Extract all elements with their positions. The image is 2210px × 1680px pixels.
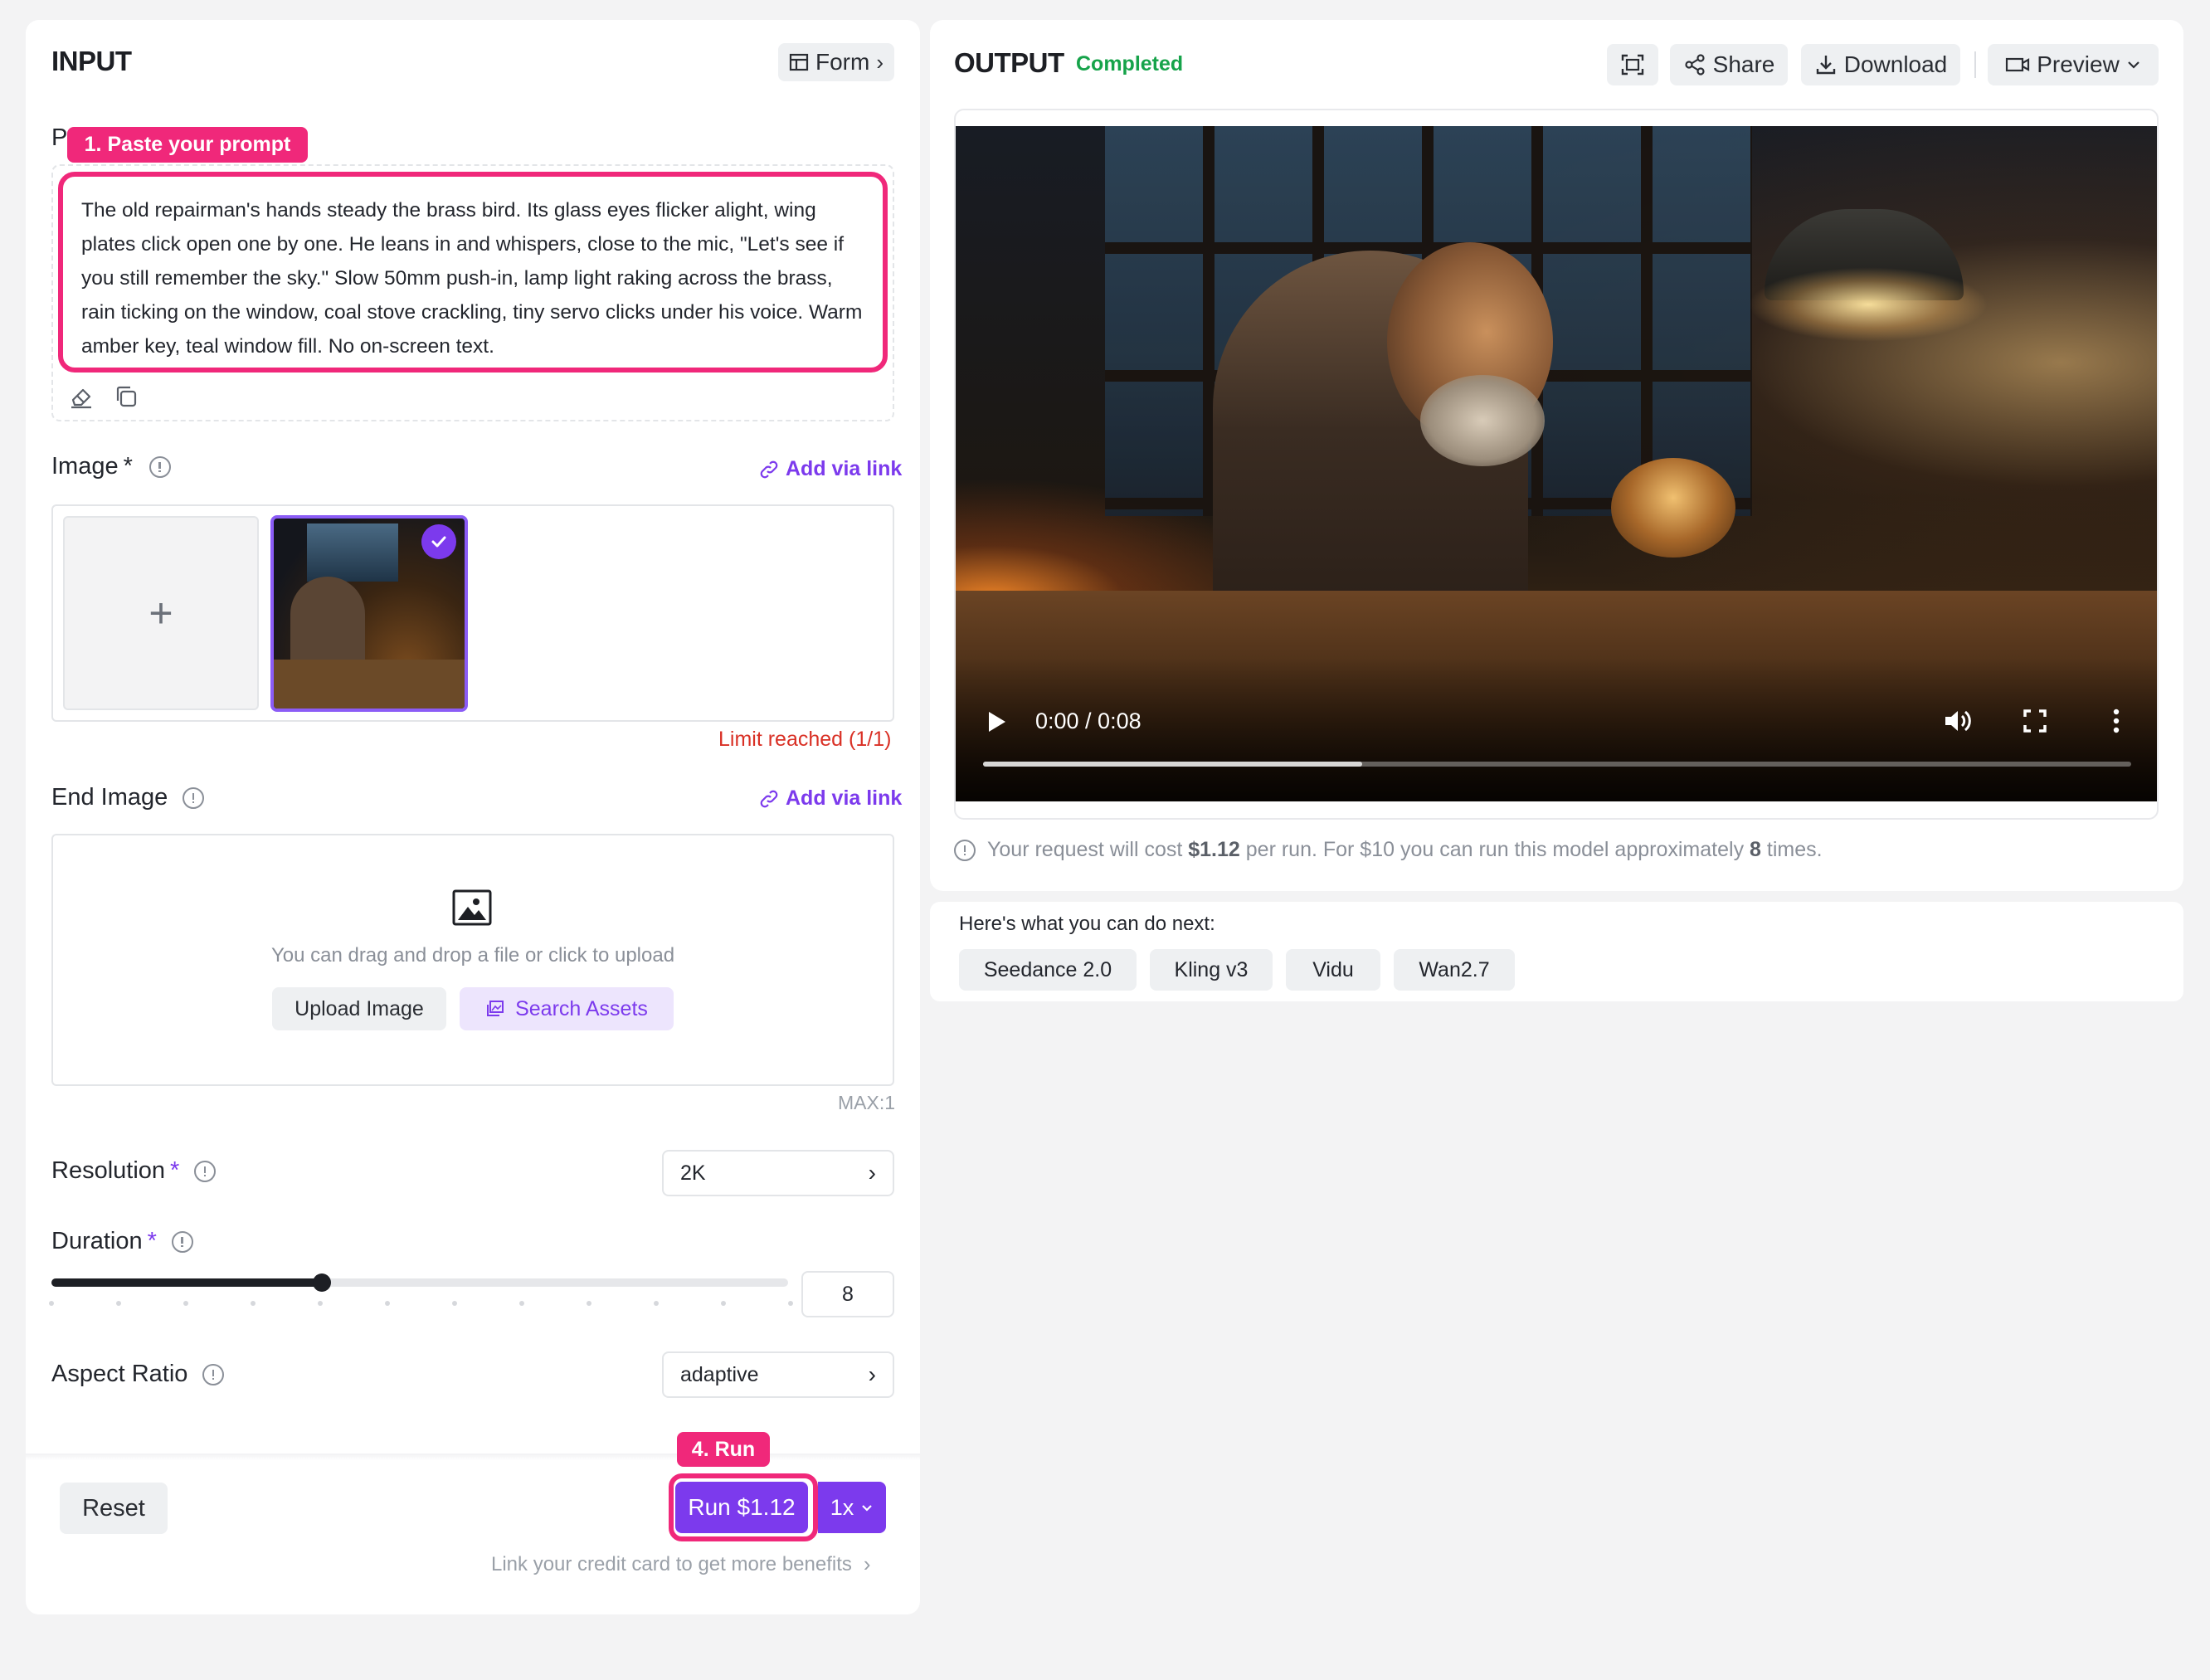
input-title: INPUT xyxy=(51,46,132,76)
form-view-button[interactable]: Form › xyxy=(778,43,894,81)
expand-icon xyxy=(1621,54,1644,75)
info-icon xyxy=(183,786,205,809)
download-icon xyxy=(1816,56,1835,75)
share-button[interactable]: Share xyxy=(1670,44,1788,85)
fullscreen-button[interactable] xyxy=(1607,44,1658,85)
info-icon xyxy=(202,1363,225,1385)
upload-hint: You can drag and drop a file or click to… xyxy=(270,944,675,967)
table-icon xyxy=(789,53,809,71)
model-chip-kling[interactable]: Kling v3 xyxy=(1150,949,1273,991)
slider-tick xyxy=(183,1301,188,1306)
add-image-tile[interactable]: + xyxy=(63,516,259,710)
slider-tick xyxy=(587,1301,591,1306)
info-icon xyxy=(171,1230,193,1253)
form-button-label: Form xyxy=(815,49,870,75)
reset-button[interactable]: Reset xyxy=(60,1483,168,1534)
aspect-ratio-label: Aspect Ratio xyxy=(51,1361,225,1388)
output-title: OUTPUT xyxy=(954,47,1064,78)
download-button[interactable]: Download xyxy=(1801,44,1960,85)
info-icon xyxy=(954,839,976,861)
image-placeholder-icon xyxy=(451,887,493,928)
toolbar-divider xyxy=(1974,51,1976,78)
volume-icon[interactable] xyxy=(1943,707,1973,735)
model-chip-seedance[interactable]: Seedance 2.0 xyxy=(959,949,1137,991)
link-icon xyxy=(760,790,778,807)
info-icon xyxy=(148,455,171,478)
duration-input[interactable]: 8 xyxy=(801,1271,894,1317)
duration-slider-fill xyxy=(51,1278,322,1287)
eraser-icon[interactable] xyxy=(66,382,96,411)
model-chip-vidu[interactable]: Vidu xyxy=(1286,949,1380,991)
run-multiplier-dropdown[interactable]: 1x xyxy=(818,1482,886,1533)
credit-card-link[interactable]: Link your credit card to get more benefi… xyxy=(491,1551,871,1577)
slider-tick xyxy=(318,1301,323,1306)
selected-check-icon xyxy=(421,524,456,559)
slider-tick xyxy=(251,1301,256,1306)
link-icon xyxy=(760,460,778,478)
run-button[interactable]: Run $1.12 xyxy=(675,1482,808,1533)
cost-text: Your request will cost $1.12 per run. Fo… xyxy=(987,838,1823,861)
prompt-label: P xyxy=(51,124,68,151)
cost-info: Your request will cost $1.12 per run. Fo… xyxy=(954,838,1823,862)
step1-annotation: 1. Paste your prompt xyxy=(67,127,308,163)
chevron-right-icon: › xyxy=(876,49,884,75)
limit-reached-text: Limit reached (1/1) xyxy=(718,728,892,751)
copy-icon[interactable] xyxy=(111,382,141,411)
video-bird xyxy=(1611,458,1735,558)
video-progress-fill xyxy=(983,762,1362,767)
thumbnail-figure xyxy=(290,577,365,668)
slider-tick xyxy=(452,1301,457,1306)
slider-tick xyxy=(654,1301,659,1306)
end-image-add-via-link[interactable]: Add via link xyxy=(759,786,902,811)
plus-icon: + xyxy=(148,590,173,636)
chevron-right-icon: › xyxy=(868,1160,876,1186)
duration-label: Duration * xyxy=(51,1228,193,1255)
prompt-textarea[interactable]: The old repairman's hands steady the bra… xyxy=(58,172,888,373)
video-player[interactable]: 0:00 / 0:08 xyxy=(956,126,2157,801)
video-camera-icon xyxy=(2006,57,2030,72)
info-icon xyxy=(194,1160,217,1182)
end-image-label: End Image xyxy=(51,784,205,811)
fullscreen-icon[interactable] xyxy=(2023,709,2047,733)
gallery-icon xyxy=(487,1001,504,1016)
resolution-select[interactable]: 2K › xyxy=(662,1150,894,1196)
search-assets-button[interactable]: Search Assets xyxy=(460,987,674,1030)
slider-tick xyxy=(721,1301,726,1306)
chevron-right-icon: › xyxy=(863,1551,871,1576)
prompt-text: The old repairman's hands steady the bra… xyxy=(81,199,863,358)
image-label: Image * xyxy=(51,453,171,480)
resolution-label: Resolution * xyxy=(51,1157,217,1185)
slider-tick xyxy=(49,1301,54,1306)
next-heading: Here's what you can do next: xyxy=(959,913,1215,935)
duration-slider-thumb[interactable] xyxy=(312,1273,331,1292)
chevron-down-icon xyxy=(862,1505,873,1512)
status-badge: Completed xyxy=(1076,52,1184,75)
slider-tick xyxy=(116,1301,121,1306)
thumbnail-window xyxy=(307,523,398,582)
step4-annotation: 4. Run xyxy=(677,1432,770,1467)
more-options-icon[interactable] xyxy=(2112,709,2120,733)
preview-dropdown[interactable]: Preview xyxy=(1988,44,2159,85)
upload-image-button[interactable]: Upload Image xyxy=(272,987,446,1030)
aspect-ratio-select[interactable]: adaptive › xyxy=(662,1351,894,1398)
share-icon xyxy=(1685,54,1705,75)
chevron-down-icon xyxy=(2128,61,2139,69)
input-footer-divider xyxy=(26,1454,920,1460)
chevron-right-icon: › xyxy=(868,1361,876,1387)
video-timestamp: 0:00 / 0:08 xyxy=(1035,709,1142,733)
video-beard xyxy=(1420,375,1545,466)
slider-tick xyxy=(519,1301,524,1306)
slider-tick xyxy=(788,1301,793,1306)
slider-tick xyxy=(385,1301,390,1306)
video-lamp-glow xyxy=(1748,267,1989,342)
thumbnail-table xyxy=(274,660,465,709)
image-add-via-link[interactable]: Add via link xyxy=(759,457,902,481)
max-note: MAX:1 xyxy=(838,1092,896,1113)
model-chip-wan[interactable]: Wan2.7 xyxy=(1394,949,1515,991)
play-icon[interactable] xyxy=(989,712,1005,732)
